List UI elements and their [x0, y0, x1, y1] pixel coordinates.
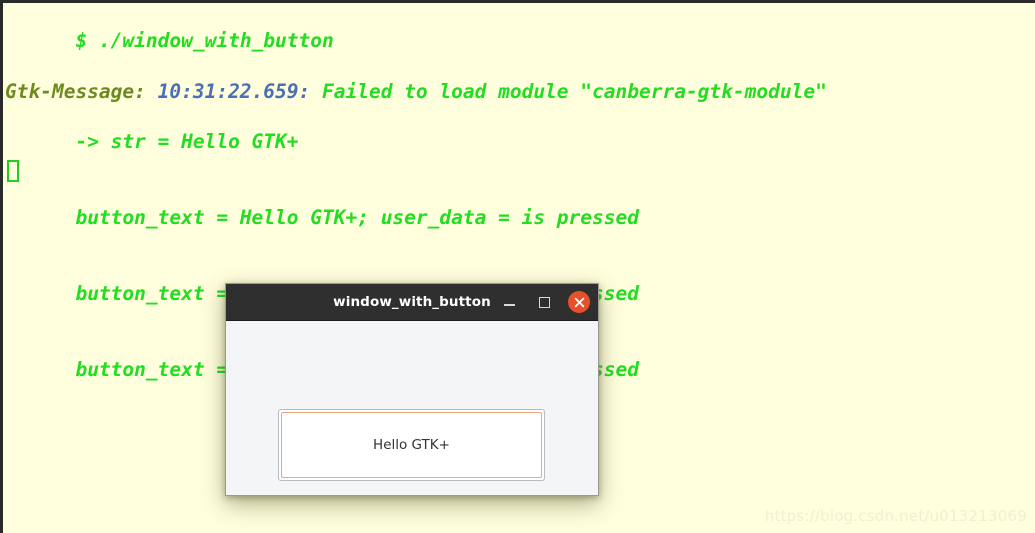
terminal-cursor	[7, 160, 19, 182]
gtk-application-window[interactable]: window_with_button Hello GTK+	[225, 283, 599, 496]
gtk-titlebar[interactable]: window_with_button	[226, 284, 598, 321]
gtk-message-timestamp: 10:31:22.659:	[157, 79, 322, 103]
gtk-window-controls	[498, 284, 590, 320]
gtk-message-prefix: Gtk-Message:	[5, 79, 158, 103]
minimize-button[interactable]	[498, 291, 520, 313]
terminal-line-gtk-message: Gtk-Message: 10:31:22.659: Failed to loa…	[3, 79, 1033, 104]
maximize-button[interactable]	[533, 291, 555, 313]
close-button[interactable]	[568, 291, 590, 313]
minimize-icon	[503, 304, 515, 306]
terminal-line-press-1: button_text = Hello GTK+; user_data = is…	[3, 180, 1033, 256]
close-icon	[574, 297, 584, 307]
hello-gtk-button[interactable]: Hello GTK+	[278, 409, 545, 481]
terminal-press-output: button_text = Hello GTK+; user_data = is…	[75, 206, 639, 230]
terminal-line-prompt: $ ./window_with_button	[3, 3, 1033, 79]
hello-gtk-button-focus-ring: Hello GTK+	[281, 412, 542, 478]
terminal-str-output: -> str = Hello GTK+	[75, 130, 299, 154]
hello-gtk-button-label: Hello GTK+	[373, 437, 450, 453]
terminal-prompt-command: $ ./window_with_button	[75, 29, 334, 53]
maximize-icon	[538, 296, 550, 308]
gtk-message-body: Failed to load module "canberra-gtk-modu…	[322, 79, 827, 103]
watermark-text: https://blog.csdn.net/u013213069	[764, 507, 1027, 525]
terminal-line-str: -> str = Hello GTK+	[3, 104, 1033, 180]
gtk-window-body: Hello GTK+	[226, 321, 598, 495]
